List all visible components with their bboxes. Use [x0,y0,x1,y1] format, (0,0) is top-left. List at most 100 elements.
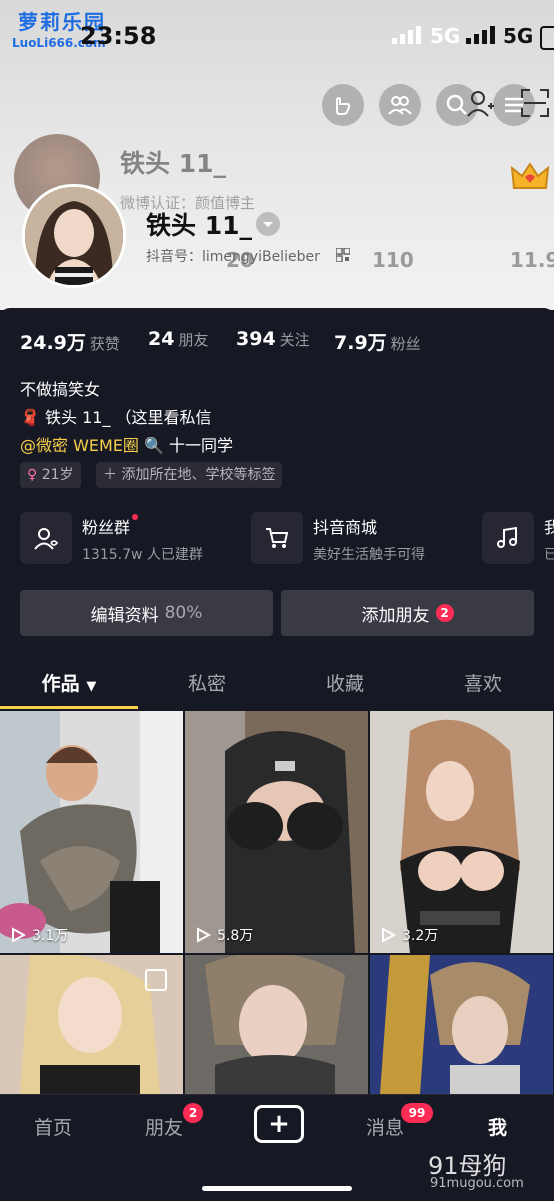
thumbnail-image [0,711,183,953]
tab-private[interactable]: 私密 [138,660,276,708]
bio-line: 🧣 铁头 11_ （这里看私信 [20,404,212,428]
bio-text: 十一同学 [169,436,234,455]
status-bar: 萝莉乐园 LuoLi666.com 23:58 5G 5G [0,0,554,64]
age-tag: ♀ 21岁 [20,462,81,488]
bio-text: 铁头 11_ （这里看私信 [45,408,212,427]
video-thumbnail[interactable] [370,955,553,1094]
add-tag-label: 添加所在地、学校等标签 [121,467,276,483]
network-label: 5G [503,24,534,48]
stat-value: 24 [148,328,175,350]
stat-followers[interactable]: 7.9万 粉丝 [334,328,421,355]
play-count: 3.1万 [10,925,68,945]
stat-value: 7.9万 [334,332,387,354]
crown-icon [510,162,550,189]
feature-title: 粉丝群 [82,514,139,538]
content-tabs: 作品 ▼ 私密 收藏 喜欢 [0,660,554,710]
stat-label: 朋友 [178,331,209,349]
people-icon [388,96,412,115]
signal-icon [392,26,421,44]
female-icon: ♀ [27,467,38,483]
stat-value: 24.9万 [20,332,86,354]
add-friend-label: 添加朋友 [361,605,430,626]
report-button[interactable] [322,84,364,126]
ghost-stat: 11.9 [510,248,554,272]
messages-badge: 99 [401,1103,433,1123]
stat-label: 粉丝 [390,335,421,353]
home-indicator [202,1186,352,1191]
feature-subtitle: 1315.7w 人已建群 [82,547,203,563]
avatar[interactable] [22,184,126,288]
cart-icon [251,512,303,564]
thumbnail-image [185,955,368,1094]
play-icon [197,927,211,943]
friends-button[interactable] [379,84,421,126]
tab-indicator [0,706,138,709]
edit-profile-button[interactable]: 编辑资料 80% [20,590,273,636]
qr-code-icon[interactable] [336,248,350,262]
search-emoji: 🔍 [144,436,164,455]
edit-profile-label: 编辑资料 [90,605,159,626]
thumbnail-image [370,955,553,1094]
stat-value: 394 [236,328,276,350]
profile-panel [0,308,554,710]
status-time: 23:58 [80,22,157,50]
nav-friends[interactable]: 朋友 [145,1113,183,1140]
play-icon [12,927,26,943]
multi-image-icon [145,969,167,991]
watermark-bottom-url: 91mugou.com [430,1176,524,1191]
add-friend-icon[interactable] [466,88,496,118]
add-friend-badge: 2 [435,604,454,622]
battery-icon [540,26,554,50]
video-thumbnail[interactable]: 5.8万 [185,711,368,953]
profile-header: 铁头 11_ 微博认证：颜值博主 20 110 11.9 萝莉乐园 LuoLi6… [0,0,554,310]
friends-badge: 2 [183,1103,203,1123]
avatar-image [25,187,123,285]
douyin-id: 抖音号：limengyiBelieber [146,249,320,265]
nav-me[interactable]: 我 [488,1113,507,1140]
tab-works[interactable]: 作品 ▼ [0,660,138,711]
stat-following[interactable]: 394 关注 [236,328,310,350]
play-icon [382,927,396,943]
age-label: 21岁 [41,467,74,483]
ghost-name: 铁头 11_ [120,149,226,178]
stat-label: 关注 [279,331,310,349]
stat-friends[interactable]: 24 朋友 [148,328,208,350]
fan-group-icon [20,512,72,564]
chevron-down-icon [263,222,273,227]
thumbnail-image [370,711,553,953]
tab-favorites[interactable]: 收藏 [276,660,414,708]
video-thumbnail[interactable]: 3.1万 [0,711,183,953]
network-label: 5G [430,24,461,48]
play-count: 5.8万 [195,925,253,945]
plus-icon: ＋ [103,467,117,483]
scan-icon[interactable] [520,88,550,118]
nav-home[interactable]: 首页 [34,1113,72,1140]
create-button[interactable]: + [254,1105,304,1143]
switch-account-button[interactable] [256,212,280,236]
video-grid: 3.1万 5.8万 3.2万 [0,711,554,1094]
stat-label: 获赞 [89,335,120,353]
bio-line: @微密 WEME圈 🔍 十一同学 [20,432,233,456]
add-friend-button[interactable]: 添加朋友 2 [281,590,534,636]
edit-profile-pct: 80% [164,603,203,623]
play-count: 3.2万 [380,925,438,945]
mention-link[interactable]: @微密 WEME圈 [20,436,139,455]
music-icon [482,512,534,564]
video-thumbnail[interactable] [185,955,368,1094]
feature-title: 抖音商城 [313,518,378,537]
bio-line: 不做搞笑女 [20,380,101,399]
stat-likes[interactable]: 24.9万 获赞 [20,328,120,355]
feature-subtitle: 美好生活触手可得 [313,547,425,563]
nav-messages[interactable]: 消息 [366,1113,404,1140]
ghost-stat: 110 [372,248,414,272]
feature-title: 我 [544,518,554,537]
scarf-emoji: 🧣 [20,408,40,427]
add-tag-button[interactable]: ＋ 添加所在地、学校等标签 [96,462,283,488]
video-thumbnail[interactable] [0,955,183,1094]
signal-icon [466,26,495,44]
thumbnail-image [185,711,368,953]
profile-name: 铁头 11_ [146,211,252,240]
video-thumbnail[interactable]: 3.2万 [370,711,553,953]
tab-likes[interactable]: 喜欢 [414,660,552,708]
feature-subtitle: 已 [544,547,554,563]
